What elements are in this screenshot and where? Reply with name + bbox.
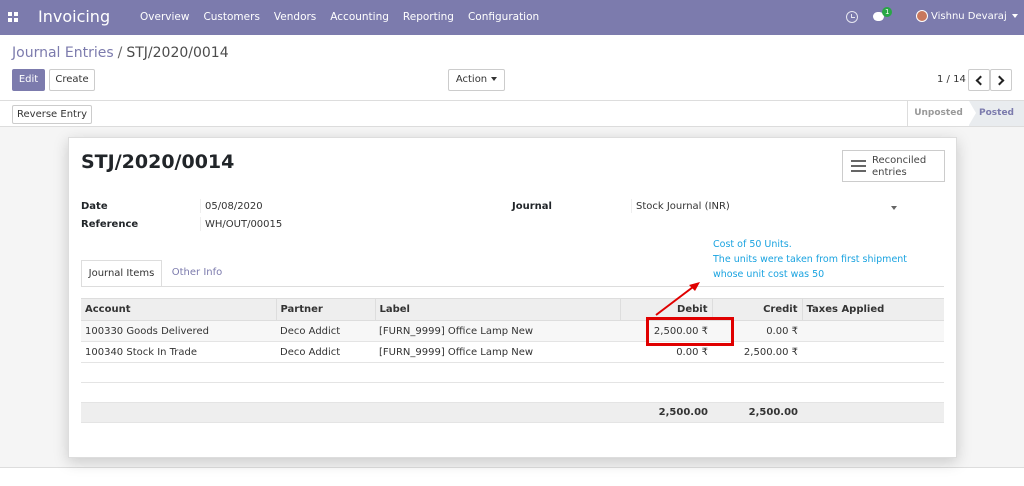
chat-count-badge: 1 <box>882 7 893 17</box>
chevron-down-icon <box>1011 14 1018 18</box>
messaging-menu[interactable]: 1 <box>873 7 893 24</box>
breadcrumb-current: STJ/2020/0014 <box>126 45 229 61</box>
action-dropdown[interactable]: Action <box>448 69 505 91</box>
form-sheet: STJ/2020/0014 Reconciled entries Date 05… <box>68 137 957 458</box>
footer-divider <box>0 467 1024 468</box>
create-button[interactable]: Create <box>49 69 95 91</box>
pager-next-button[interactable] <box>990 69 1012 91</box>
user-name: Vishnu Devaraj <box>931 10 1007 22</box>
pager-value[interactable]: 1 / 14 <box>937 74 966 85</box>
action-label: Action <box>455 74 488 85</box>
breadcrumb-separator: / <box>117 45 123 61</box>
stage-arrow <box>969 101 976 125</box>
pager-previous-button[interactable] <box>968 69 990 91</box>
chevron-right-icon <box>994 75 1005 86</box>
chevron-down-icon <box>491 77 498 81</box>
stage-posted: Posted <box>969 101 1024 126</box>
menu-reporting[interactable]: Reporting <box>403 11 454 23</box>
reverse-entry-button[interactable]: Reverse Entry <box>12 105 92 124</box>
avatar <box>916 10 928 22</box>
top-navbar: Invoicing Overview Customers Vendors Acc… <box>0 0 1024 35</box>
status-bar: Reverse Entry Unposted Posted <box>0 100 1024 127</box>
app-brand[interactable]: Invoicing <box>38 7 110 26</box>
activity-clock-icon[interactable] <box>846 11 858 23</box>
annotation-arrow <box>655 282 700 316</box>
user-menu[interactable]: Vishnu Devaraj <box>916 10 1018 22</box>
menu-overview[interactable]: Overview <box>140 11 189 23</box>
stage-unposted: Unposted <box>907 101 969 126</box>
breadcrumb: Journal Entries / STJ/2020/0014 <box>12 45 229 61</box>
menu-accounting[interactable]: Accounting <box>330 11 389 23</box>
edit-button[interactable]: Edit <box>12 69 45 91</box>
breadcrumb-journal-entries[interactable]: Journal Entries <box>12 45 114 61</box>
menu-configuration[interactable]: Configuration <box>468 11 539 23</box>
main-menu: Overview Customers Vendors Accounting Re… <box>140 11 553 23</box>
menu-vendors[interactable]: Vendors <box>274 11 316 23</box>
apps-menu-icon[interactable] <box>8 12 18 22</box>
menu-customers[interactable]: Customers <box>203 11 259 23</box>
chevron-left-icon <box>975 75 986 86</box>
